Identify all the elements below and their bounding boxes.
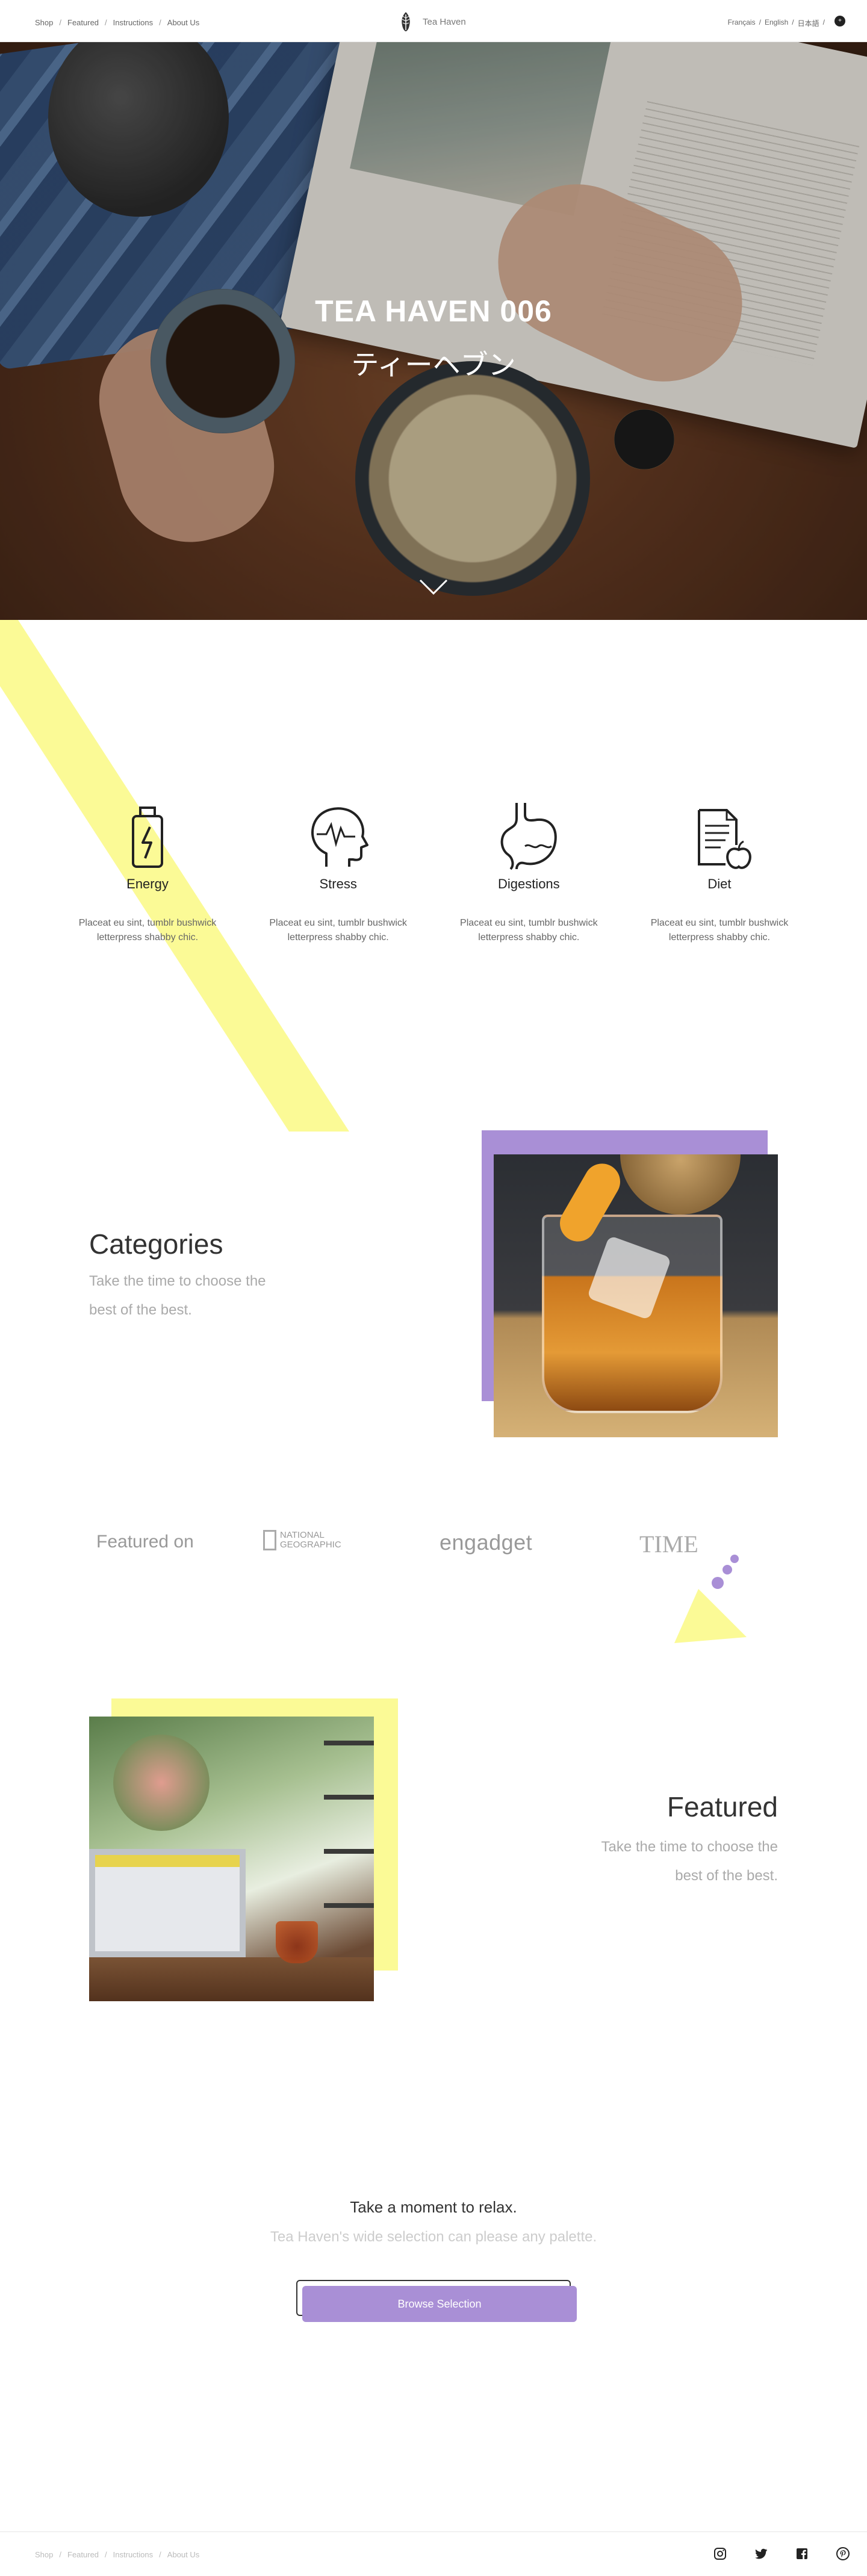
nav-link-about-us[interactable]: About Us	[167, 18, 199, 27]
featured-on-label: Featured on	[96, 1532, 194, 1552]
footer-link-featured[interactable]: Featured	[67, 2550, 99, 2559]
nav-separator: /	[59, 18, 61, 27]
footer-separator: /	[159, 2550, 161, 2559]
image-laptop-screen	[95, 1855, 240, 1867]
hero-subtitle: ティーヘブン	[351, 348, 516, 381]
benefit-title: Energy	[126, 876, 169, 891]
nav-separator: /	[159, 18, 161, 27]
benefit-title: Stress	[319, 876, 357, 891]
footer-link-shop[interactable]: Shop	[35, 2550, 53, 2559]
nav-link-featured[interactable]: Featured	[67, 18, 99, 27]
hero-banner: TEA HAVEN 006 ティーヘブン	[0, 42, 867, 620]
natgeo-line-2: GEOGRAPHIC	[280, 1540, 341, 1550]
featured-image[interactable]	[89, 1717, 374, 2001]
nav-link-instructions[interactable]: Instructions	[113, 18, 153, 27]
benefits-row: Energy Placeat eu sint, tumblr bushwick …	[60, 800, 807, 945]
benefit-text: Placeat eu sint, tumblr bushwick letterp…	[650, 918, 789, 943]
brand-logo-icon	[402, 12, 410, 31]
hero-overlay	[0, 42, 867, 620]
image-strainer	[620, 1154, 741, 1215]
top-nav: Shop / Featured / Instructions / About U…	[0, 0, 867, 42]
language-switcher: Français / English / 日本語 /	[728, 18, 825, 28]
engadget-logo[interactable]: engadget	[440, 1530, 532, 1555]
footer: Shop / Featured / Instructions / About U…	[0, 2531, 867, 2576]
image-shelf	[324, 1741, 374, 1969]
footer-link-about-us[interactable]: About Us	[167, 2550, 199, 2559]
featured-subtitle: Take the time to choose the best of the …	[601, 1839, 778, 1884]
brand-home-link[interactable]: Tea Haven	[397, 11, 466, 33]
brand-name: Tea Haven	[423, 16, 466, 27]
language-menu-button[interactable]: +	[834, 16, 845, 26]
facebook-icon[interactable]	[795, 2547, 809, 2561]
benefit-diet: Diet Placeat eu sint, tumblr bushwick le…	[632, 800, 807, 945]
featured-title: Featured	[667, 1791, 778, 1822]
nav-link-shop[interactable]: Shop	[35, 18, 53, 27]
social-links	[713, 2547, 850, 2561]
lang-japanese[interactable]: 日本語	[798, 18, 819, 28]
benefit-title: Diet	[707, 876, 732, 891]
head-pulse-icon	[311, 807, 368, 867]
battery-bolt-icon	[132, 807, 163, 868]
lang-separator: /	[792, 18, 794, 26]
stomach-icon	[501, 803, 558, 870]
natgeo-line-1: NATIONAL	[280, 1530, 325, 1540]
browse-selection-button[interactable]: Browse Selection	[302, 2286, 577, 2322]
footer-separator: /	[59, 2550, 61, 2559]
image-flowers	[113, 1735, 210, 1831]
instagram-icon[interactable]	[713, 2547, 727, 2561]
footer-menu: Shop / Featured / Instructions / About U…	[35, 2550, 199, 2559]
benefit-digestions: Digestions Placeat eu sint, tumblr bushw…	[441, 800, 616, 945]
lang-separator: /	[759, 18, 761, 26]
image-tea-cup	[276, 1921, 318, 1963]
benefit-text: Placeat eu sint, tumblr bushwick letterp…	[269, 918, 407, 943]
twitter-icon[interactable]	[754, 2547, 768, 2561]
categories-image[interactable]	[494, 1154, 778, 1437]
benefit-title: Digestions	[497, 876, 560, 891]
natgeo-frame-icon	[263, 1530, 276, 1550]
main-menu: Shop / Featured / Instructions / About U…	[35, 18, 199, 27]
image-desk	[89, 1957, 374, 2001]
natgeo-wordmark: NATIONAL GEOGRAPHIC	[280, 1531, 341, 1550]
document-apple-icon	[697, 809, 751, 869]
footer-separator: /	[105, 2550, 107, 2559]
decorative-triangle-dots	[674, 1555, 747, 1643]
benefit-text: Placeat eu sint, tumblr bushwick letterp…	[460, 918, 598, 943]
benefit-energy: Energy Placeat eu sint, tumblr bushwick …	[60, 800, 235, 945]
lang-english[interactable]: English	[765, 18, 788, 28]
cta-title: Take a moment to relax.	[350, 2198, 517, 2216]
footer-link-instructions[interactable]: Instructions	[113, 2550, 153, 2559]
categories-title: Categories	[89, 1228, 223, 1260]
lang-french[interactable]: Français	[728, 18, 756, 28]
categories-subtitle: Take the time to choose the best of the …	[89, 1273, 266, 1318]
benefit-text: Placeat eu sint, tumblr bushwick letterp…	[78, 918, 217, 943]
national-geographic-logo[interactable]: NATIONAL GEOGRAPHIC	[263, 1530, 341, 1550]
pinterest-icon[interactable]	[836, 2547, 850, 2561]
nav-separator: /	[105, 18, 107, 27]
benefit-stress: Stress Placeat eu sint, tumblr bushwick …	[251, 800, 426, 945]
lang-separator: /	[822, 18, 825, 26]
cta-subtitle: Tea Haven's wide selection can please an…	[270, 2229, 597, 2245]
chevron-down-icon[interactable]	[418, 578, 449, 596]
hero-title: TEA HAVEN 006	[315, 294, 552, 328]
